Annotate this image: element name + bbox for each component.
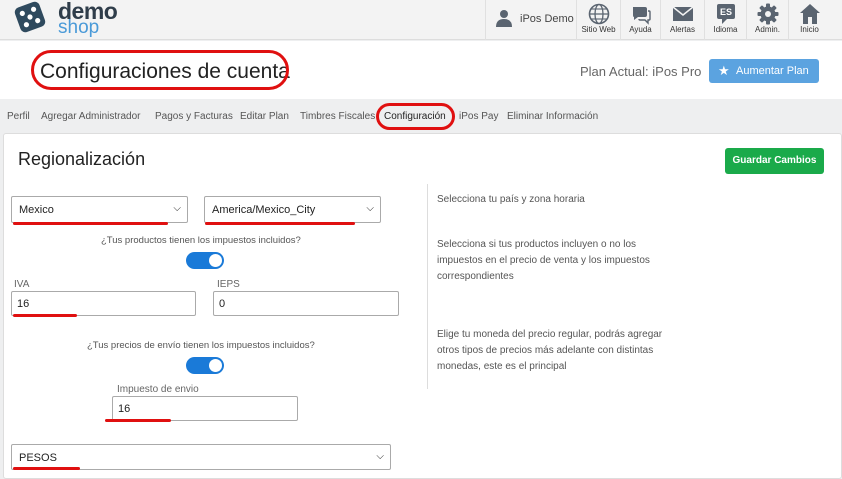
country-select[interactable]: Mexico ⌵ [11, 196, 188, 223]
tab-editar-plan[interactable]: Editar Plan [240, 111, 289, 122]
ieps-input[interactable]: 0 [213, 291, 399, 316]
chevron-down-icon: ⌵ [376, 451, 384, 462]
taxes-included-toggle[interactable] [186, 252, 224, 269]
home-icon [799, 4, 820, 24]
column-divider [427, 184, 428, 389]
nav-label: Idioma [713, 25, 738, 34]
tab-ipos-pay[interactable]: iPos Pay [459, 111, 498, 122]
tab-timbres-fiscales[interactable]: Timbres Fiscales [300, 111, 375, 122]
shipping-tax-value: 16 [118, 403, 131, 415]
help-currency: Elige tu moneda del precio regular, podr… [437, 329, 663, 372]
user-icon [496, 10, 512, 27]
upgrade-plan-label: Aumentar Plan [736, 65, 809, 77]
annotation-underline-shipping-tax [105, 419, 171, 422]
tab-eliminar-informacion[interactable]: Eliminar Información [507, 111, 598, 122]
nav-idioma[interactable]: ES Idioma [704, 0, 746, 40]
envelope-icon [672, 6, 693, 21]
shipping-taxes-question: ¿Tus precios de envío tienen los impuest… [87, 340, 315, 351]
help-taxes: Selecciona si tus productos incluyen o n… [437, 239, 650, 282]
toggle-knob [209, 359, 222, 372]
globe-icon [588, 3, 609, 25]
annotation-underline-country [13, 222, 168, 225]
user-name: iPos Demo [520, 13, 574, 25]
nav-sitio-web[interactable]: Sitio Web [576, 0, 620, 40]
timezone-select[interactable]: America/Mexico_City ⌵ [204, 196, 381, 223]
nav-label: Sitio Web [581, 25, 616, 34]
save-changes-button[interactable]: Guardar Cambios [725, 148, 824, 174]
toggle-knob [209, 254, 222, 267]
shipping-tax-input[interactable]: 16 [112, 396, 298, 421]
iva-label: IVA [14, 279, 30, 290]
annotation-underline-currency [13, 467, 80, 470]
nav-label: Alertas [670, 25, 695, 34]
annotation-underline-timezone [205, 222, 355, 225]
section-title: Regionalización [18, 149, 146, 169]
shipping-tax-label: Impuesto de envio [117, 384, 199, 395]
user-menu[interactable]: iPos Demo [485, 0, 575, 40]
iva-input[interactable]: 16 [11, 291, 196, 316]
logo[interactable]: demo shop [14, 0, 134, 39]
taxes-included-question: ¿Tus productos tienen los impuestos incl… [101, 235, 301, 246]
annotation-circle-tab [376, 103, 455, 130]
tab-agregar-administrador[interactable]: Agregar Administrador [41, 111, 141, 122]
upgrade-plan-button[interactable]: ★ Aumentar Plan [709, 59, 819, 83]
help-region: Selecciona tu país y zona horaria [437, 194, 585, 205]
nav-admin[interactable]: Admin. [746, 0, 788, 40]
tab-perfil[interactable]: Perfil [7, 111, 30, 122]
top-bar: demo shop iPos Demo Sitio Web Ayuda Aler… [0, 0, 842, 40]
nav-label: Inicio [800, 25, 819, 34]
nav-inicio[interactable]: Inicio [788, 0, 830, 40]
nav-ayuda[interactable]: Ayuda [620, 0, 660, 40]
country-value: Mexico [19, 204, 54, 216]
chevron-down-icon: ⌵ [366, 203, 374, 214]
tab-pagos-facturas[interactable]: Pagos y Facturas [155, 111, 233, 122]
iva-value: 16 [17, 298, 30, 310]
nav-label: Admin. [755, 25, 780, 34]
current-plan: Plan Actual: iPos Pro [580, 64, 702, 79]
shipping-taxes-toggle[interactable] [186, 357, 224, 374]
nav-alertas[interactable]: Alertas [660, 0, 704, 40]
logo-text-bottom: shop [58, 17, 100, 38]
ieps-label: IEPS [217, 279, 240, 290]
star-icon: ★ [718, 63, 730, 78]
annotation-underline-iva [13, 314, 77, 317]
gear-icon [757, 3, 778, 25]
dice-icon [14, 1, 46, 33]
currency-value: PESOS [19, 452, 57, 464]
annotation-circle-title [31, 50, 289, 90]
ieps-value: 0 [219, 298, 226, 310]
nav-label: Ayuda [629, 25, 652, 34]
timezone-value: America/Mexico_City [212, 204, 316, 216]
language-badge: ES [719, 7, 731, 17]
language-icon: ES [716, 4, 735, 24]
chat-icon [632, 7, 651, 25]
chevron-down-icon: ⌵ [173, 203, 181, 214]
